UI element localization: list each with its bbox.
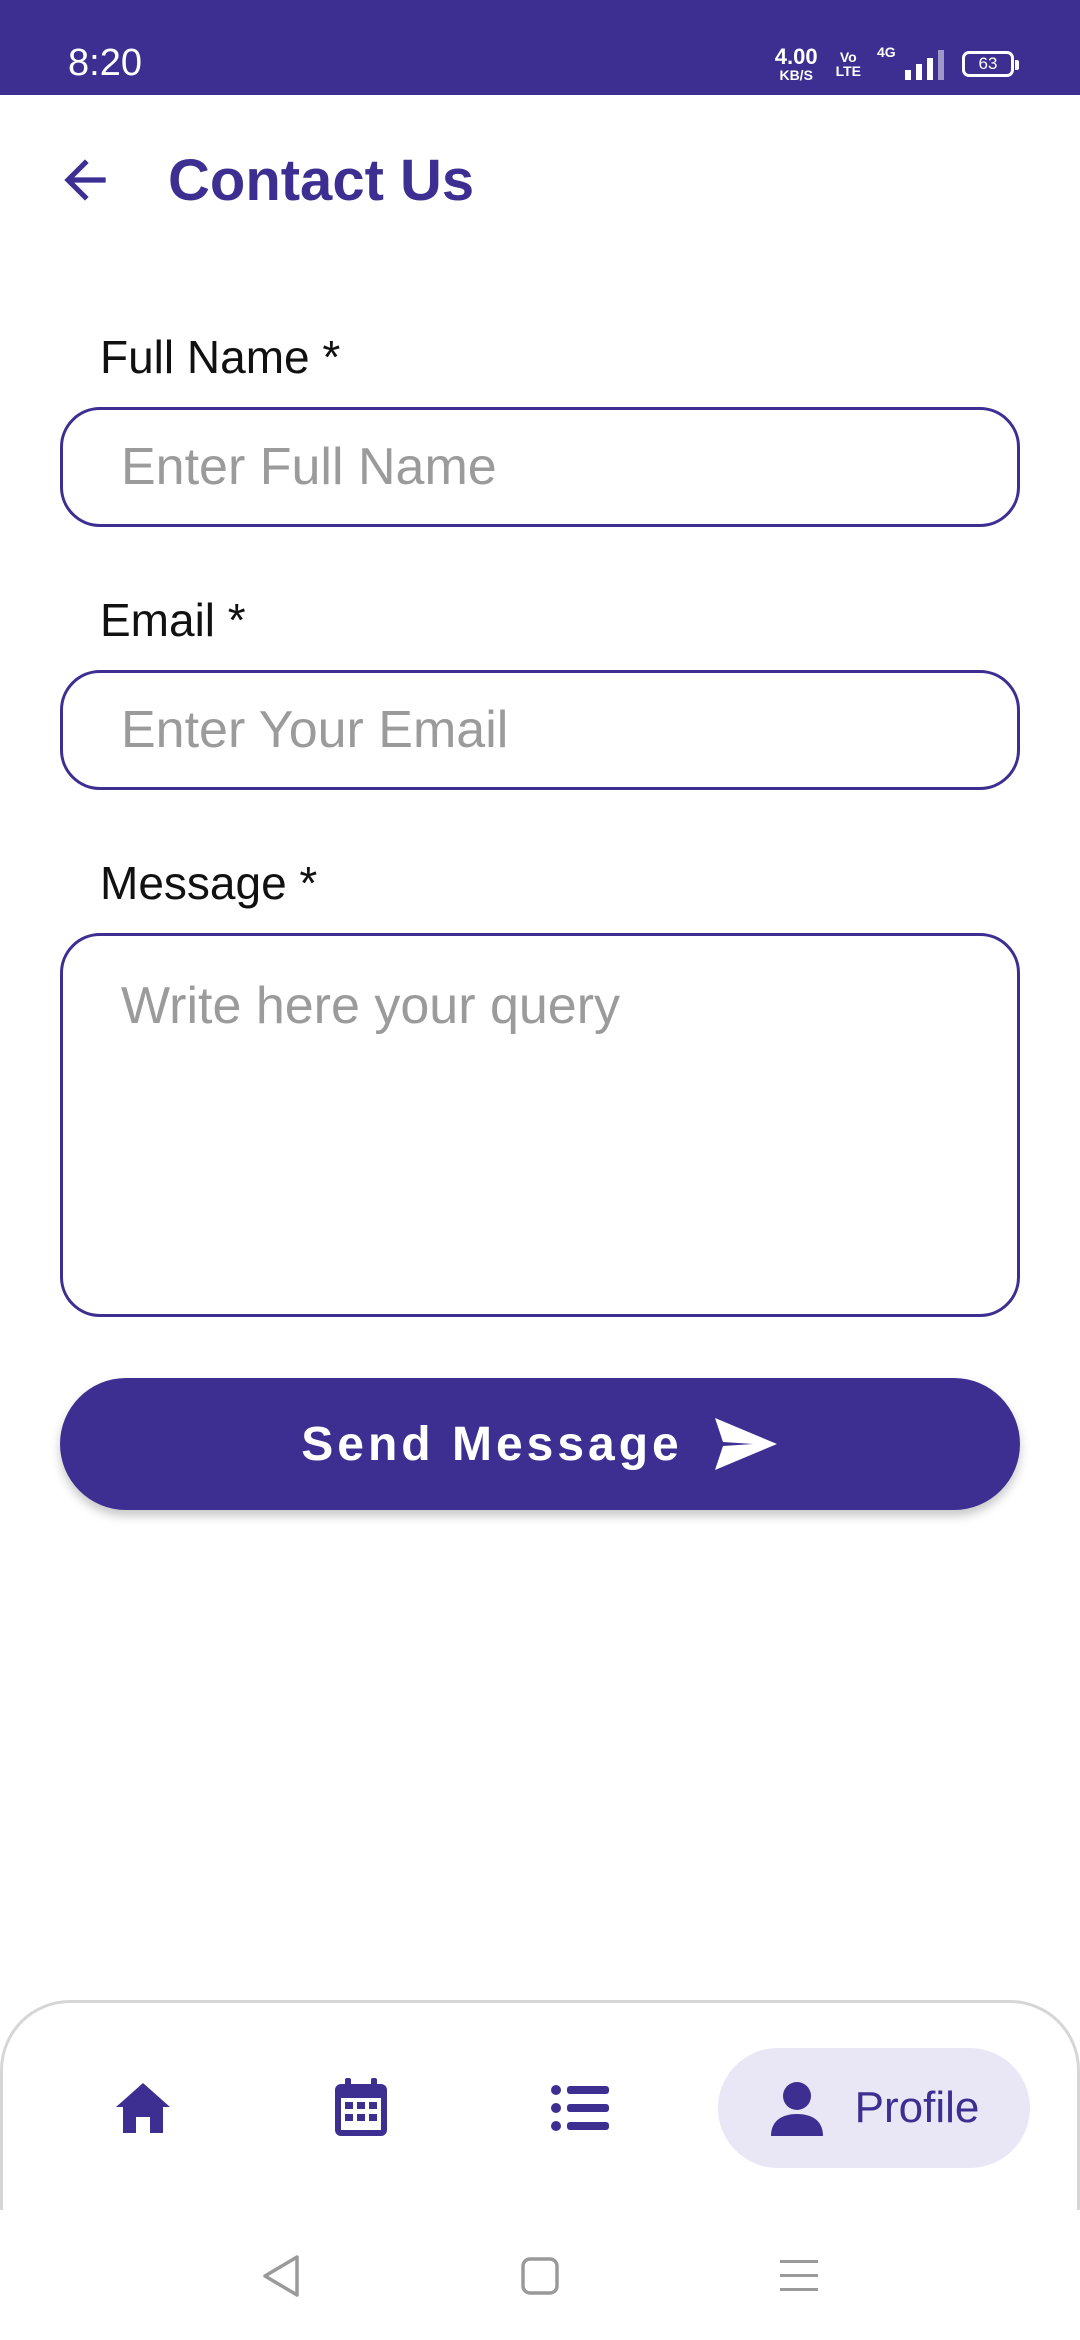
list-icon <box>551 2085 609 2131</box>
battery-icon: 63 <box>962 51 1019 77</box>
bottom-navigation: Profile <box>0 2000 1080 2210</box>
battery-level: 63 <box>978 54 998 73</box>
page-title: Contact Us <box>168 148 475 213</box>
status-icons: 4.00 KB/S Vo LTE 4G 63 <box>774 44 1019 84</box>
home-icon <box>116 2083 170 2133</box>
calendar-icon <box>335 2078 387 2136</box>
send-icon <box>714 1418 777 1470</box>
message-field[interactable]: Write here your query <box>60 933 1020 1317</box>
full-name-label: Full Name * <box>100 331 341 383</box>
app-header: Contact Us <box>0 95 1080 270</box>
square-home-icon <box>521 2257 559 2295</box>
email-field[interactable]: Enter Your Email <box>60 670 1020 790</box>
send-message-button[interactable]: Send Message <box>60 1378 1020 1510</box>
message-label: Message * <box>100 857 318 909</box>
nav-item-profile-label: Profile <box>854 2083 980 2132</box>
volte-top: Vo <box>839 49 857 65</box>
nav-item-profile[interactable]: Profile <box>718 2048 1030 2168</box>
network-type: 4G <box>877 44 896 60</box>
back-button[interactable] <box>50 145 120 215</box>
email-placeholder: Enter Your Email <box>121 701 509 759</box>
nav-item-home[interactable] <box>83 2048 203 2168</box>
network-speed: 4.00 KB/S <box>774 44 818 83</box>
signal-icon: 4G <box>877 44 944 80</box>
volte-icon: Vo LTE <box>836 50 861 78</box>
status-time: 8:20 <box>68 42 142 84</box>
person-icon <box>770 2082 823 2136</box>
system-home-button[interactable] <box>516 2252 564 2300</box>
email-label: Email * <box>100 594 246 646</box>
full-name-field[interactable]: Enter Full Name <box>60 407 1020 527</box>
triangle-back-icon <box>263 2255 299 2297</box>
nav-item-calendar[interactable] <box>301 2048 421 2168</box>
system-recents-button[interactable] <box>775 2252 823 2300</box>
full-name-placeholder: Enter Full Name <box>121 438 497 496</box>
nav-item-list[interactable] <box>521 2048 641 2168</box>
system-navigation-bar <box>0 2210 1080 2340</box>
network-speed-unit: KB/S <box>779 67 813 83</box>
send-message-label: Send Message <box>301 1417 683 1471</box>
menu-lines-icon <box>780 2260 818 2291</box>
volte-bottom: LTE <box>835 63 861 79</box>
arrow-left-icon <box>64 159 106 201</box>
message-placeholder: Write here your query <box>121 977 621 1035</box>
network-speed-value: 4.00 <box>774 44 818 69</box>
system-back-button[interactable] <box>257 2252 305 2300</box>
status-bar: 8:20 4.00 KB/S Vo LTE 4G 63 <box>0 0 1080 95</box>
